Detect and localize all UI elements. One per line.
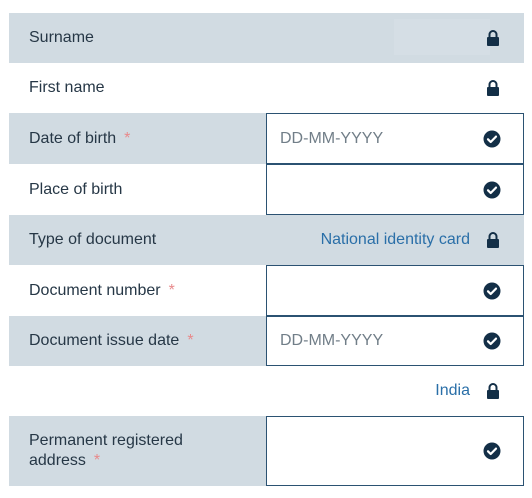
document-issue-date-field [266, 316, 524, 366]
place-of-birth-label: Place of birth [29, 180, 123, 198]
surname-label: Surname [29, 29, 94, 46]
lock-icon [487, 80, 499, 96]
place-of-birth-row: Place of birth [9, 164, 524, 215]
check-circle-icon [483, 282, 501, 299]
document-number-row: Document number * [9, 265, 524, 316]
required-asterisk: * [187, 332, 194, 349]
place-of-birth-field [266, 164, 524, 215]
date-of-birth-row: Date of birth * [9, 113, 524, 164]
required-asterisk: * [124, 129, 131, 147]
document-number-label: Document number * [29, 281, 175, 299]
surname-row: Surname [9, 13, 524, 63]
type-of-document-label: Type of document [29, 231, 157, 248]
required-asterisk: * [93, 452, 101, 469]
check-circle-icon [483, 332, 501, 350]
country-row: India [9, 366, 524, 416]
type-of-document-row: Type of document National identity card [9, 215, 524, 265]
check-circle-icon [483, 181, 501, 198]
lock-icon [487, 232, 499, 248]
date-of-birth-field [266, 113, 524, 164]
lock-icon [487, 383, 499, 399]
first-name-row: First name [9, 63, 524, 113]
check-circle-icon [483, 442, 501, 460]
country-value: India [435, 382, 470, 399]
permanent-address-row: Permanent registered address * [9, 416, 524, 486]
lock-icon [487, 30, 499, 46]
date-of-birth-label: Date of birth * [29, 129, 131, 147]
first-name-label: First name [29, 79, 105, 96]
surname-value-redacted [394, 19, 490, 55]
type-of-document-value: National identity card [320, 231, 470, 248]
required-asterisk: * [168, 281, 175, 299]
check-circle-icon [483, 130, 501, 147]
document-number-field [266, 265, 524, 316]
permanent-address-field [266, 416, 524, 486]
permanent-address-label: Permanent registered address * [29, 432, 183, 469]
document-issue-date-row: Document issue date * [9, 316, 524, 366]
identity-form: Surname First name Date of birth* Place … [0, 0, 532, 498]
document-issue-date-label: Document issue date * [29, 332, 194, 349]
